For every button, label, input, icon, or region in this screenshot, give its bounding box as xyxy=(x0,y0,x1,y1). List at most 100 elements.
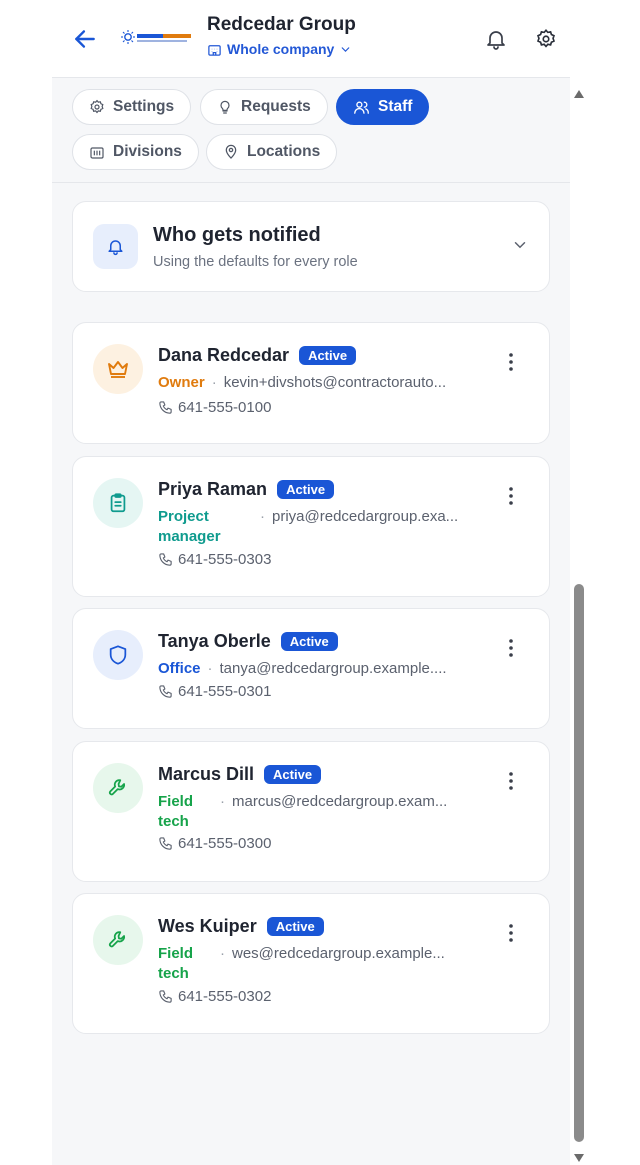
role-email-row: Office · tanya@redcedargroup.example.... xyxy=(158,660,447,677)
staff-name: Dana Redcedar xyxy=(158,345,290,365)
triangle-down-icon xyxy=(574,1154,584,1162)
settings-button[interactable] xyxy=(531,24,561,54)
wrench-icon xyxy=(108,779,125,796)
phone-icon xyxy=(159,401,172,414)
kebab-menu-icon xyxy=(509,353,513,371)
more-options-button[interactable] xyxy=(501,349,521,375)
phone-row: 641-555-0300 xyxy=(158,835,271,852)
role-avatar xyxy=(93,478,143,528)
lightbulb-icon xyxy=(220,100,230,114)
name-row: Tanya Oberle Active xyxy=(158,631,338,652)
name-row: Dana Redcedar Active xyxy=(158,345,357,366)
staff-phone: 641-555-0303 xyxy=(178,551,272,568)
tab-staff[interactable]: Staff xyxy=(336,89,430,125)
tab-label: Divisions xyxy=(113,143,182,160)
gear-icon xyxy=(537,29,555,48)
role-email-row: Field tech · wes@redcedargroup.example..… xyxy=(158,945,445,982)
phone-icon xyxy=(159,553,172,566)
app-panel: Redcedar Group Whole company Settings Re… xyxy=(52,0,570,1165)
tab-divisions[interactable]: Divisions xyxy=(72,134,199,170)
notifications-button[interactable] xyxy=(481,24,511,54)
tab-requests[interactable]: Requests xyxy=(200,89,328,125)
building-icon xyxy=(90,147,104,159)
staff-phone: 641-555-0302 xyxy=(178,988,272,1005)
triangle-up-icon xyxy=(574,90,584,98)
shield-icon xyxy=(109,645,127,665)
kebab-menu-icon xyxy=(509,924,513,942)
staff-name: Tanya Oberle xyxy=(158,631,271,651)
phone-row: 641-555-0303 xyxy=(158,551,271,568)
notify-title: Who gets notified xyxy=(153,224,321,246)
staff-name: Priya Raman xyxy=(158,479,268,499)
tab-label: Staff xyxy=(378,98,413,115)
kebab-menu-icon xyxy=(509,639,513,657)
staff-email: kevin+divshots@contractorauto... xyxy=(223,374,447,391)
top-header: Redcedar Group Whole company xyxy=(52,0,570,78)
company-name: Redcedar Group xyxy=(207,14,356,35)
scroll-up-arrow[interactable] xyxy=(574,85,584,98)
role-avatar xyxy=(93,630,143,680)
people-icon xyxy=(354,101,369,114)
staff-email: priya@redcedargroup.exa... xyxy=(272,508,459,525)
notify-icon-box xyxy=(93,224,138,269)
crown-icon xyxy=(108,361,128,378)
staff-role: Owner xyxy=(158,374,205,391)
staff-card: Tanya Oberle Active Office · tanya@redce… xyxy=(72,608,550,729)
staff-card: Priya Raman Active Project manager · pri… xyxy=(72,456,550,597)
expand-toggle[interactable] xyxy=(511,236,529,259)
tab-label: Requests xyxy=(241,98,311,115)
tab-label: Locations xyxy=(247,143,321,160)
bell-icon xyxy=(108,240,123,256)
kebab-menu-icon xyxy=(509,772,513,790)
more-options-button[interactable] xyxy=(501,920,521,946)
tab-locations[interactable]: Locations xyxy=(206,134,338,170)
role-avatar xyxy=(93,763,143,813)
role-avatar xyxy=(93,344,143,394)
phone-icon xyxy=(159,837,172,850)
staff-role: Field tech xyxy=(158,945,194,982)
staff-card: Dana Redcedar Active Owner · kevin+divsh… xyxy=(72,322,550,444)
more-options-button[interactable] xyxy=(501,635,521,661)
staff-email: tanya@redcedargroup.example.... xyxy=(219,660,447,677)
phone-row: 641-555-0100 xyxy=(158,399,271,416)
role-email-row: Owner · kevin+divshots@contractorauto... xyxy=(158,374,447,391)
building-icon xyxy=(208,44,221,56)
status-badge: Active xyxy=(264,765,322,784)
status-badge: Active xyxy=(277,480,335,499)
gear-icon xyxy=(90,99,104,114)
name-row: Priya Raman Active xyxy=(158,479,335,500)
staff-name: Wes Kuiper xyxy=(158,916,257,936)
staff-card: Wes Kuiper Active Field tech · wes@redce… xyxy=(72,893,550,1034)
role-email-row: Field tech · marcus@redcedargroup.exam..… xyxy=(158,793,448,830)
map-pin-icon xyxy=(225,144,237,159)
chevron-down-icon xyxy=(514,242,526,249)
scrollbar-thumb[interactable] xyxy=(574,584,584,1142)
scope-selector[interactable]: Whole company xyxy=(207,41,352,57)
bell-icon xyxy=(487,31,505,50)
tab-settings[interactable]: Settings xyxy=(72,89,192,125)
chevron-down-icon xyxy=(342,46,350,52)
staff-phone: 641-555-0301 xyxy=(178,683,272,700)
notification-settings-card[interactable]: Who gets notified Using the defaults for… xyxy=(72,201,550,292)
phone-row: 641-555-0302 xyxy=(158,988,271,1005)
tab-label: Settings xyxy=(113,98,175,115)
staff-email: wes@redcedargroup.example... xyxy=(232,945,445,962)
status-badge: Active xyxy=(299,346,357,365)
kebab-menu-icon xyxy=(509,487,513,505)
notify-subtitle: Using the defaults for every role xyxy=(153,254,358,270)
back-button[interactable] xyxy=(72,26,98,52)
status-badge: Active xyxy=(266,917,324,936)
staff-card: Marcus Dill Active Field tech · marcus@r… xyxy=(72,741,550,882)
more-options-button[interactable] xyxy=(501,768,521,794)
company-logo xyxy=(120,26,196,50)
name-row: Wes Kuiper Active xyxy=(158,916,324,937)
wrench-icon xyxy=(108,931,125,948)
staff-phone: 641-555-0100 xyxy=(178,399,272,416)
scroll-down-arrow[interactable] xyxy=(574,1149,584,1162)
more-options-button[interactable] xyxy=(501,483,521,509)
phone-icon xyxy=(159,685,172,698)
phone-row: 641-555-0301 xyxy=(158,683,271,700)
staff-role: Project manager xyxy=(158,508,221,545)
role-email-row: Project manager · priya@redcedargroup.ex… xyxy=(158,508,459,545)
name-row: Marcus Dill Active xyxy=(158,764,322,785)
